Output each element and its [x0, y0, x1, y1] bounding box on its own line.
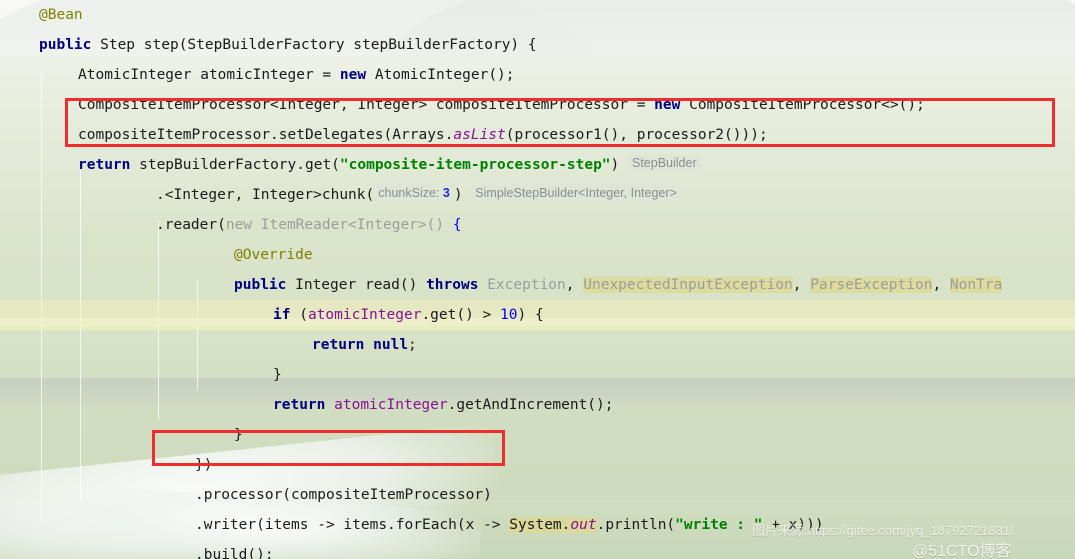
code-token-kw: new — [339, 67, 367, 83]
code-token-plain: ) — [453, 187, 463, 203]
code-line[interactable]: return null; — [0, 330, 1075, 360]
code-token-kw: return — [273, 397, 326, 413]
code-token-plain: ( — [290, 307, 308, 323]
code-token-plain: ) — [610, 157, 620, 173]
code-token-plain: .println( — [596, 517, 676, 533]
code-token-plain: } — [273, 367, 282, 383]
code-line[interactable]: @Override — [0, 240, 1075, 270]
code-token-anno: @Bean — [39, 7, 83, 23]
code-line[interactable]: compositeItemProcessor.setDelegates(Arra… — [0, 120, 1075, 150]
code-token-kw: if — [273, 307, 291, 323]
inlay-type-hint: SimpleStepBuilder<Integer, Integer> — [471, 185, 681, 202]
code-line[interactable]: .reader(new ItemReader<Integer>() { — [0, 210, 1075, 240]
code-line[interactable]: return atomicInteger.getAndIncrement(); — [0, 390, 1075, 420]
code-token-kw: return — [78, 157, 131, 173]
code-line[interactable]: .processor(compositeItemProcessor) — [0, 480, 1075, 510]
code-token-brace: { — [444, 217, 462, 233]
code-token-plain: compositeItemProcessor.setDelegates(Arra… — [78, 127, 454, 143]
inlay-parameter-hint: chunkSize: 3 — [374, 185, 454, 202]
code-token-kw: null — [373, 337, 409, 353]
code-token-plain: (processor1(), processor2())); — [505, 127, 768, 143]
code-editor-screenshot: @Bean public Step step(StepBuilderFactory… — [0, 0, 1075, 559]
code-token-plain: .writer(items -> items.forEach(x -> — [195, 517, 510, 533]
code-line[interactable]: public Integer read() throws Exception, … — [0, 270, 1075, 300]
code-token-exception-warning: ParseException — [810, 277, 933, 293]
code-token-field: atomicInteger — [334, 397, 448, 413]
code-token-field: atomicInteger — [307, 307, 422, 323]
code-token-plain: CompositeItemProcessor<>(); — [680, 97, 925, 113]
code-token-plain: CompositeItemProcessor<Integer, Integer>… — [78, 97, 655, 113]
code-token-kw: public — [234, 277, 287, 293]
code-token-plain: }) — [195, 457, 213, 473]
code-token-anno: @Override — [234, 247, 313, 263]
code-token-plain: stepBuilderFactory.get( — [130, 157, 340, 173]
code-token-str: "write : " — [675, 517, 763, 533]
code-token-dim: new ItemReader<Integer>() — [225, 217, 445, 233]
code-token-plain: .build(); — [195, 547, 274, 559]
code-token-plain: ; — [408, 337, 417, 353]
code-token-dim: Exception — [487, 277, 566, 293]
code-token-kw: throws — [426, 277, 479, 293]
inlay-hint-value: 3 — [442, 186, 450, 200]
code-token-plain: Integer read() — [286, 277, 427, 293]
code-line[interactable]: @Bean — [0, 0, 1075, 30]
code-text-area[interactable]: @Bean public Step step(StepBuilderFactory… — [0, 0, 1075, 559]
code-token-plain: Step step(StepBuilderFactory stepBuilder… — [91, 37, 537, 53]
code-line[interactable]: AtomicInteger atomicInteger = new Atomic… — [0, 60, 1075, 90]
code-line[interactable]: if (atomicInteger.get() > 10) { — [0, 300, 1075, 330]
code-token-plain: .processor(compositeItemProcessor) — [195, 487, 492, 503]
code-token-plain: .reader( — [156, 217, 226, 233]
code-token-exception-warning: NonTra — [949, 277, 1003, 293]
code-token-kw: new — [654, 97, 681, 113]
code-token-plain: AtomicInteger(); — [366, 67, 515, 83]
code-line[interactable]: .<Integer, Integer>chunk(chunkSize: 3) S… — [0, 180, 1075, 210]
code-token-str: "composite-item-processor-step" — [339, 157, 611, 173]
code-token-static-warning: out — [570, 517, 597, 533]
code-token-warning: System. — [509, 517, 571, 533]
code-line[interactable]: }) — [0, 450, 1075, 480]
code-token-kw: return — [312, 337, 365, 353]
code-token-plain: .<Integer, Integer>chunk( — [156, 187, 375, 203]
code-token-plain: , — [792, 277, 811, 293]
code-line[interactable]: public Step step(StepBuilderFactory step… — [0, 30, 1075, 60]
code-line[interactable]: } — [0, 420, 1075, 450]
code-token-plain: , — [565, 277, 584, 293]
code-token-kw: public — [39, 37, 92, 53]
code-token-num: 10 — [500, 307, 518, 323]
inlay-hint-label: chunkSize: — [378, 186, 443, 200]
code-token-plain: , — [932, 277, 950, 293]
code-line[interactable]: } — [0, 360, 1075, 390]
code-token-plain: } — [234, 427, 243, 443]
inlay-type-hint: StepBuilder — [628, 155, 701, 172]
code-line[interactable]: CompositeItemProcessor<Integer, Integer>… — [0, 90, 1075, 120]
code-token-plain: AtomicInteger atomicInteger = — [78, 67, 340, 83]
code-token-plain: ) { — [517, 307, 544, 323]
watermark-site: @51CTO博客 — [912, 543, 1012, 559]
code-token-plain: .get() > — [421, 307, 501, 323]
code-line[interactable]: return stepBuilderFactory.get("composite… — [0, 150, 1075, 180]
code-token-static: asList — [453, 127, 506, 143]
code-token-exception-warning: UnexpectedInputException — [583, 277, 793, 293]
code-token-plain: .getAndIncrement(); — [447, 397, 614, 413]
